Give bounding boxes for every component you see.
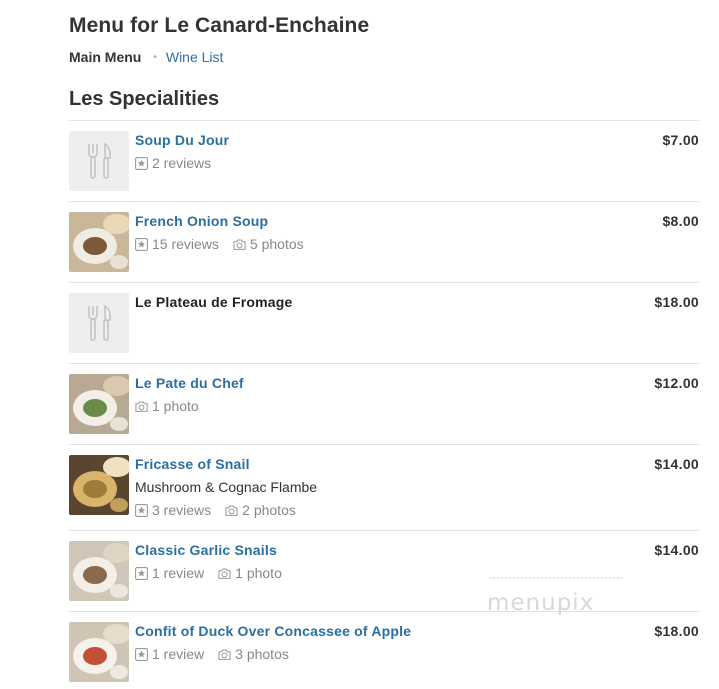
reviews-link[interactable]: 2 reviews (135, 155, 211, 172)
camera-icon (218, 649, 231, 660)
menu-item-description: Mushroom & Cognac Flambe (135, 479, 318, 495)
photos-link[interactable]: 3 photos (218, 646, 289, 663)
dish-photo (69, 455, 129, 515)
menu-item-meta: 1 photo (135, 398, 619, 415)
reviews-link[interactable]: 3 reviews (135, 502, 211, 519)
photos-link[interactable]: 2 photos (225, 502, 296, 519)
menu-item-price: $8.00 (662, 213, 699, 229)
dish-thumbnail[interactable] (69, 622, 129, 682)
photos-count: 5 photos (249, 236, 304, 252)
utensils-icon (88, 304, 111, 341)
watermark: menupix (487, 590, 595, 616)
photos-count: 2 photos (242, 502, 296, 518)
menu-item-name[interactable]: Fricasse of Snail (135, 455, 619, 473)
dish-thumbnail[interactable] (69, 455, 129, 515)
tab-wine-list[interactable]: Wine List (166, 49, 224, 65)
page-title: Menu for Le Canard-Enchaine (69, 14, 370, 37)
menu-tabs: Main Menu • Wine List (69, 48, 223, 66)
menu-item-name[interactable]: French Onion Soup (135, 212, 619, 230)
menu-item-name[interactable]: Le Pate du Chef (135, 374, 619, 392)
menu-item: Soup Du Jour 2 reviews $7.00 (69, 120, 699, 201)
reviews-count: 1 review (152, 646, 205, 662)
camera-icon (225, 505, 238, 516)
photos-count: 1 photo (235, 565, 282, 581)
dish-thumbnail[interactable] (69, 541, 129, 601)
dish-photo (69, 374, 129, 434)
menu-item: French Onion Soup 15 reviews 5 photos $8.00 (69, 201, 699, 282)
menu-item-price: $18.00 (654, 623, 699, 639)
menu-item-name[interactable]: Confit of Duck Over Concassee of Apple (135, 622, 619, 640)
camera-icon (135, 401, 148, 412)
section-title: Les Specialities (69, 88, 220, 110)
photos-link[interactable]: 1 photo (135, 398, 199, 415)
dish-thumbnail[interactable] (69, 212, 129, 272)
menu-item-meta: 15 reviews 5 photos (135, 236, 619, 253)
menu-item-name: Le Plateau de Fromage (135, 294, 293, 310)
menu-item-price: $14.00 (654, 456, 699, 472)
menu-item-list: Soup Du Jour 2 reviews $7.00 French Onion S… (69, 120, 699, 689)
menu-item-name[interactable]: Classic Garlic Snails (135, 541, 619, 559)
reviews-count: 2 reviews (152, 155, 212, 171)
photos-count: 1 photo (152, 398, 199, 414)
reviews-link[interactable]: 1 review (135, 646, 204, 663)
dish-image-placeholder (69, 293, 129, 353)
watermark-decoration (490, 577, 622, 581)
menu-item-meta: 1 review 3 photos (135, 646, 619, 663)
reviews-link[interactable]: 1 review (135, 565, 204, 582)
menu-item: Confit of Duck Over Concassee of Apple 1 … (69, 611, 699, 689)
menu-item: Le Pate du Chef 1 photo $12.00 (69, 363, 699, 444)
camera-icon (218, 568, 231, 579)
review-star-icon (135, 567, 148, 580)
dish-thumbnail[interactable] (69, 374, 129, 434)
camera-icon (233, 239, 246, 250)
dish-photo (69, 622, 129, 682)
review-star-icon (135, 504, 148, 517)
menu-item-price: $12.00 (654, 375, 699, 391)
menu-item-meta: 3 reviews 2 photos (135, 502, 619, 519)
tab-separator: • (153, 51, 157, 63)
menu-item-price: $18.00 (654, 294, 699, 310)
reviews-count: 3 reviews (152, 502, 212, 518)
menu-item: Le Plateau de Fromage $18.00 (69, 282, 699, 363)
review-star-icon (135, 648, 148, 661)
menu-item-name[interactable]: Soup Du Jour (135, 131, 619, 149)
menu-item-price: $7.00 (662, 132, 699, 148)
review-star-icon (135, 238, 148, 251)
menu-item-meta: 2 reviews (135, 155, 619, 172)
utensils-icon (88, 142, 111, 179)
menu-item: Classic Garlic Snails 1 review 1 photo $14.… (69, 530, 699, 611)
reviews-count: 1 review (152, 565, 205, 581)
menu-item: Fricasse of Snail Mushroom & Cognac Flamb… (69, 444, 699, 530)
dish-photo (69, 541, 129, 601)
dish-photo (69, 212, 129, 272)
photos-count: 3 photos (235, 646, 289, 662)
photos-link[interactable]: 5 photos (233, 236, 304, 253)
review-star-icon (135, 157, 148, 170)
photos-link[interactable]: 1 photo (218, 565, 282, 582)
reviews-count: 15 reviews (152, 236, 219, 252)
tab-main-menu[interactable]: Main Menu (69, 49, 141, 65)
menu-item-price: $14.00 (654, 542, 699, 558)
reviews-link[interactable]: 15 reviews (135, 236, 219, 253)
dish-image-placeholder (69, 131, 129, 191)
